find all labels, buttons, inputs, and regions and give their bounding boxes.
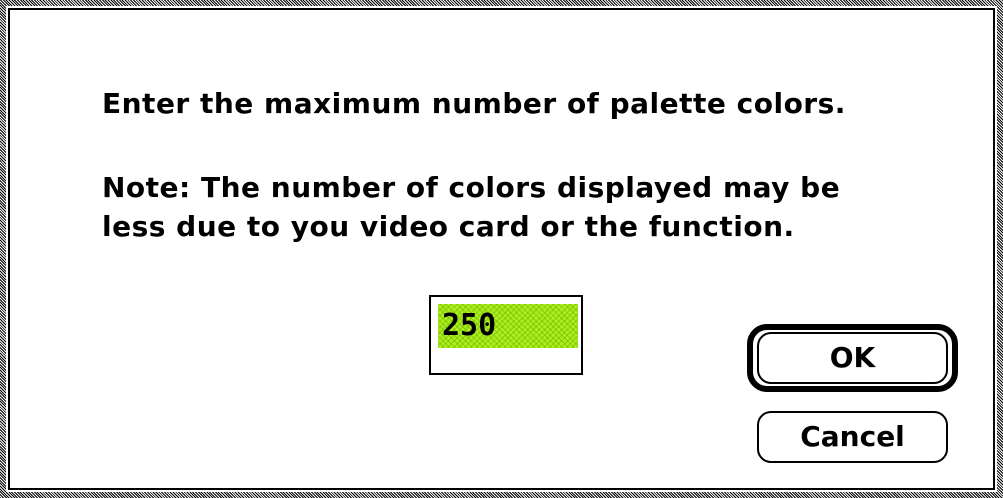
prompt-text: Enter the maximum number of palette colo… xyxy=(102,87,846,120)
note-text-line-2: less due to you video card or the functi… xyxy=(102,210,795,243)
cancel-button[interactable]: Cancel xyxy=(757,411,948,463)
ok-button[interactable]: OK xyxy=(757,332,948,384)
note-text-line-1: Note: The number of colors displayed may… xyxy=(102,171,841,204)
palette-colors-dialog: Enter the maximum number of palette colo… xyxy=(0,0,1003,498)
max-colors-input[interactable]: 250 xyxy=(438,304,578,348)
max-colors-field[interactable]: 250 xyxy=(429,295,583,375)
